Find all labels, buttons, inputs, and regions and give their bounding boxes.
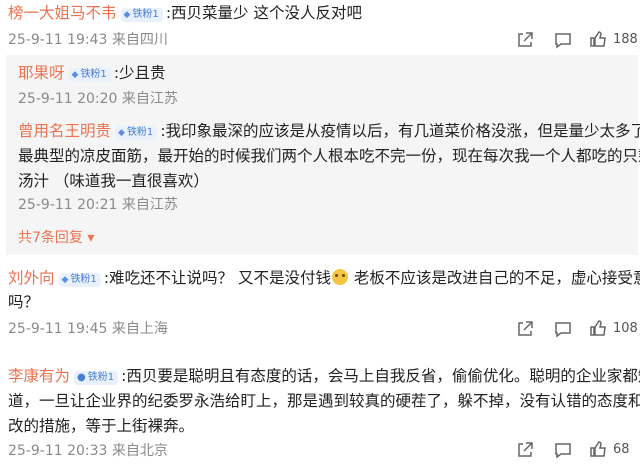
like-count: 68	[613, 442, 630, 457]
reply-username[interactable]: 耶果呀	[18, 64, 65, 82]
reply-text-line: 汤汁 （味道我一直很喜欢）	[18, 172, 209, 190]
sweat-smile-emoji-icon	[331, 269, 348, 285]
comment-text-line: 吗？	[8, 293, 40, 311]
fan-avatar-icon: ●	[77, 372, 86, 383]
comment-text-line: 改的措施，等于上街裸奔。	[8, 417, 195, 435]
diamond-icon: ◆	[61, 275, 69, 285]
fan-badge: ● 铁粉1	[74, 371, 119, 385]
fan-badge: ◆ 铁粉1	[58, 273, 101, 287]
comment-text: :难吃还不让说吗？ 又不是没付钱	[103, 269, 331, 287]
comment-actions: 68	[500, 440, 640, 460]
like-icon[interactable]	[589, 30, 607, 48]
username[interactable]: 李康有为	[8, 367, 70, 385]
reply-username[interactable]: 曾用名王明贵	[18, 122, 111, 140]
like-count: 188	[613, 32, 638, 47]
comment-text: 老板不应该是改进自己的不足，虚心接受意见	[348, 269, 640, 287]
comment-icon[interactable]	[554, 441, 572, 459]
reply-text: :我印象最深的应该是从疫情以后，有几道菜价格没涨，但是量少太多了。	[160, 122, 640, 140]
diamond-icon: ◆	[71, 70, 79, 80]
like-icon[interactable]	[589, 440, 607, 458]
comment-text: :西贝菜量少 这个没人反对吧	[165, 4, 362, 22]
fan-badge: ◆ 铁粉1	[68, 68, 111, 82]
comment-icon[interactable]	[554, 31, 572, 49]
username[interactable]: 刘外向	[8, 269, 55, 287]
reply-section: 耶果呀 ◆ 铁粉1:少且贵 25-9-11 20:20 来自江苏 曾用名王明贵 ◆ 铁粉…	[6, 55, 640, 255]
expand-replies-link[interactable]: 共7条回复 ▾	[18, 229, 94, 247]
reply-meta: 25-9-11 20:21 来自江苏	[18, 197, 178, 213]
share-icon[interactable]	[516, 320, 534, 338]
reply-text-line: 最典型的凉皮面筋，最开始的时候我们两个人根本吃不完一份，现在每次我一个人都吃的只…	[18, 147, 640, 165]
reply-meta: 25-9-11 20:20 来自江苏	[18, 91, 178, 107]
comment-actions: 108	[500, 319, 640, 339]
reply-text: :少且贵	[113, 64, 166, 82]
like-count: 108	[613, 321, 638, 336]
fan-badge: ◆ 铁粉1	[115, 126, 158, 140]
comment-actions: 188	[500, 30, 640, 50]
comment-meta: 25-9-11 20:33 来自北京	[8, 443, 168, 459]
comment-meta: 25-9-11 19:45 来自上海	[8, 321, 168, 337]
comment-text: :西贝要是聪明且有态度的话，会马上自我反省，偷偷优化。聪明的企业家都知	[121, 367, 640, 385]
like-icon[interactable]	[589, 319, 607, 337]
comment-icon[interactable]	[554, 320, 572, 338]
fan-badge: ◆ 铁粉1	[120, 8, 163, 22]
comment-meta: 25-9-11 19:43 来自四川	[8, 32, 168, 48]
share-icon[interactable]	[516, 31, 534, 49]
comment-text-line: 道，一旦让企业界的纪委罗永浩给盯上，那是遇到较真的硬茬了，躲不掉，没有认错的态度…	[8, 392, 640, 410]
diamond-icon: ◆	[123, 10, 131, 20]
share-icon[interactable]	[516, 441, 534, 459]
diamond-icon: ◆	[118, 128, 125, 138]
username[interactable]: 榜一大姐马不韦	[8, 4, 117, 22]
